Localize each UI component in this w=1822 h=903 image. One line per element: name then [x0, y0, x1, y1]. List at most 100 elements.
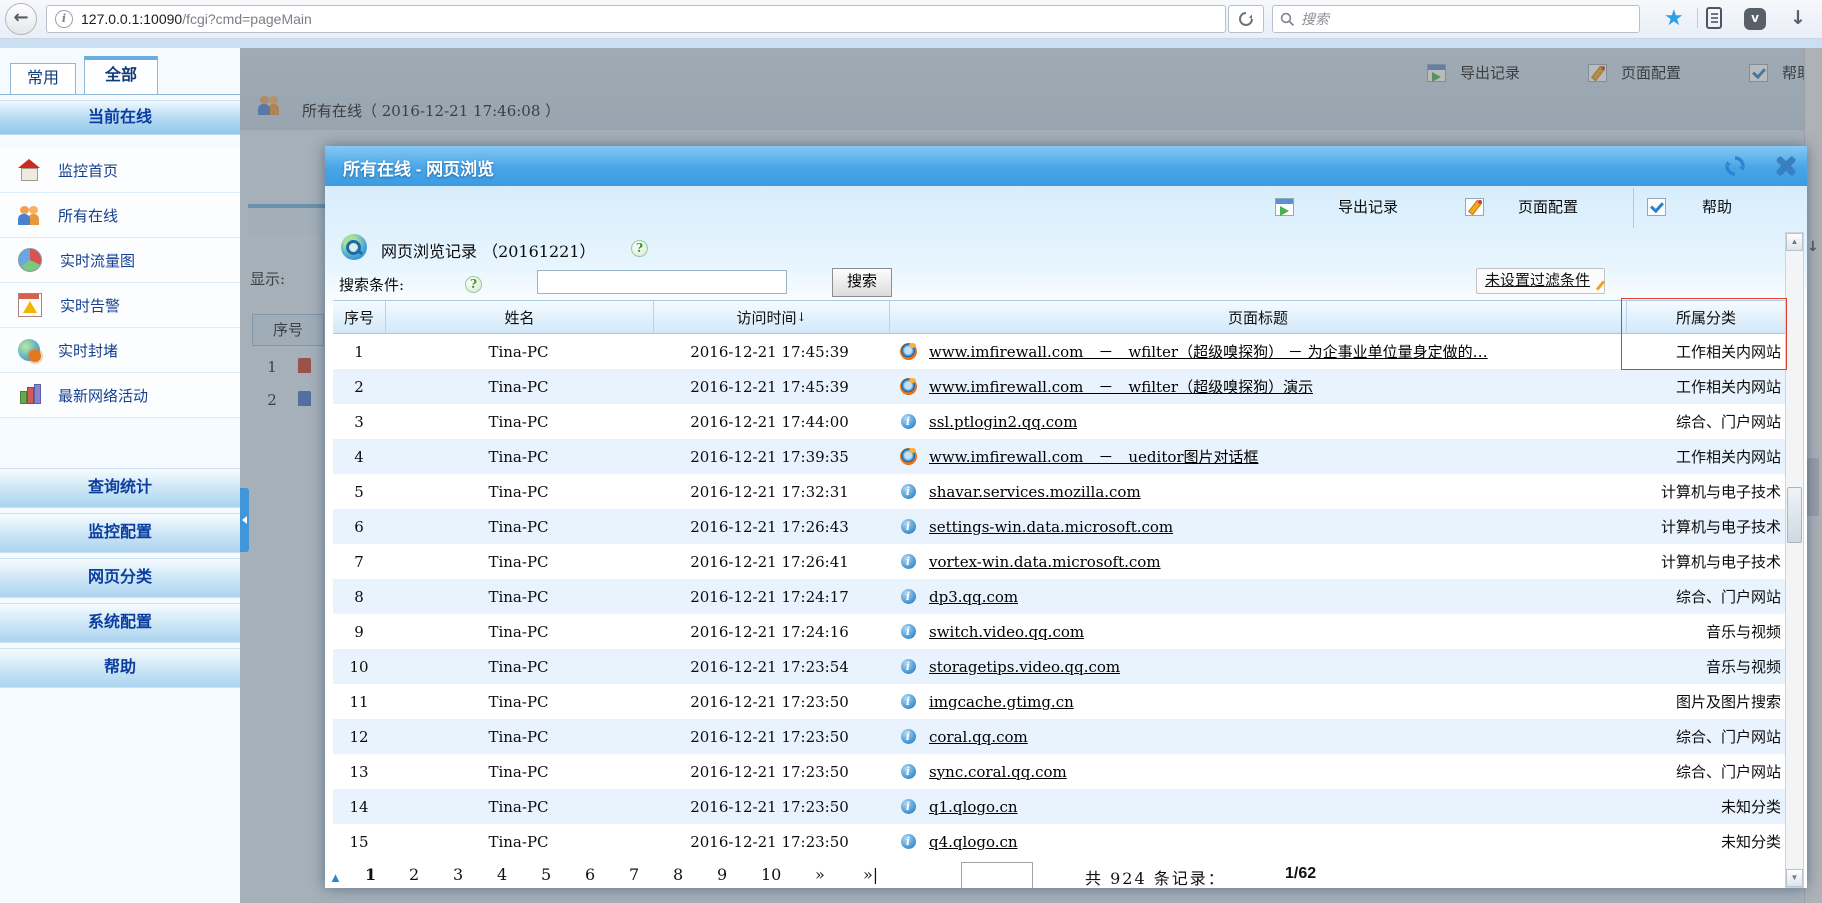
sidebar-item-bars[interactable]: 最新网络活动 — [0, 373, 240, 418]
page-title-link[interactable]: switch.video.qq.com — [929, 623, 1084, 641]
page-config-button[interactable]: 页面配置 — [1518, 196, 1578, 217]
cell-category: 工作相关内网站 — [1627, 376, 1785, 397]
page-title-link[interactable]: www.imfirewall.com － wfilter（超级嗅探狗）演示 — [929, 376, 1313, 397]
help-button[interactable]: 帮助 — [1702, 196, 1732, 217]
bookmarks-list-icon[interactable] — [1704, 7, 1724, 29]
page-number[interactable]: 1 — [365, 865, 376, 884]
table-row: 14Tina-PC2016-12-21 17:23:50q1.qlogo.cn未… — [333, 789, 1785, 824]
chevron-left-icon — [242, 516, 247, 524]
page-title-link[interactable]: coral.qq.com — [929, 728, 1028, 746]
cell-category: 计算机与电子技术 — [1627, 481, 1785, 502]
sidebar-section[interactable]: 监控配置 — [0, 513, 240, 553]
sidebar-section[interactable]: 网页分类 — [0, 558, 240, 598]
page-title-link[interactable]: q4.qlogo.cn — [929, 833, 1018, 851]
search-button[interactable]: 搜索 — [832, 268, 892, 297]
page-title-link[interactable]: sync.coral.qq.com — [929, 763, 1067, 781]
sidebar-section[interactable]: 帮助 — [0, 648, 240, 688]
refresh-icon[interactable] — [1723, 154, 1747, 178]
page-number[interactable]: 9 — [717, 865, 727, 884]
filter-status-link[interactable]: 未设置过滤条件 — [1485, 272, 1590, 289]
scrollbar-thumb[interactable] — [1787, 487, 1802, 543]
pocket-icon[interactable]: v — [1744, 8, 1766, 30]
sidebar-item-pie[interactable]: 实时流量图 — [0, 238, 240, 283]
page-title-link[interactable]: imgcache.gtimg.cn — [929, 693, 1074, 711]
page-number[interactable]: 7 — [629, 865, 639, 884]
cell-icon — [887, 554, 929, 569]
sidebar-section[interactable]: 系统配置 — [0, 603, 240, 643]
reload-button[interactable] — [1228, 5, 1264, 33]
scroll-top-caret-icon[interactable]: ▲ — [329, 870, 342, 885]
page-title-link[interactable]: storagetips.video.qq.com — [929, 658, 1120, 676]
sidebar-tab-common[interactable]: 常用 — [10, 63, 76, 94]
export-records-button[interactable]: 导出记录 — [1338, 196, 1398, 217]
col-header-no[interactable]: 序号 — [333, 301, 385, 333]
cell-icon — [887, 378, 929, 395]
url-bar[interactable]: i 127.0.0.1:10090/fcgi?cmd=pageMain — [46, 5, 1226, 33]
cell-title: q1.qlogo.cn — [929, 798, 1627, 816]
downloads-icon[interactable]: ↓ — [1790, 7, 1806, 29]
cell-title: www.imfirewall.com － ueditor图片对话框 — [929, 446, 1627, 467]
sidebar-item-home[interactable]: 监控首页 — [0, 148, 240, 193]
scroll-down-icon[interactable]: ▼ — [1786, 869, 1803, 887]
sidebar-item-gg[interactable]: 实时封堵 — [0, 328, 240, 373]
page-number[interactable]: 6 — [585, 865, 595, 884]
cell-time: 2016-12-21 17:45:39 — [652, 378, 887, 396]
browser-search-field[interactable]: 搜索 — [1272, 5, 1640, 33]
page-title-link[interactable]: ssl.ptlogin2.qq.com — [929, 413, 1077, 431]
cell-time: 2016-12-21 17:23:50 — [652, 728, 887, 746]
sidebar-item-cal[interactable]: 实时告警 — [0, 283, 240, 328]
scroll-up-icon[interactable]: ▲ — [1786, 233, 1803, 251]
cell-no: 6 — [333, 518, 385, 536]
cell-icon — [887, 448, 929, 465]
sidebar-section[interactable]: 查询统计 — [0, 468, 240, 508]
users-icon — [18, 204, 40, 226]
sidebar-sections: 查询统计监控配置网页分类系统配置帮助 — [0, 468, 240, 693]
help-question-icon[interactable] — [465, 276, 482, 293]
back-button[interactable]: ← — [5, 3, 37, 35]
col-header-name[interactable]: 姓名 — [385, 301, 653, 333]
page-title-link[interactable]: www.imfirewall.com － wfilter（超级嗅探狗） － 为企… — [929, 341, 1488, 362]
last-page-button[interactable]: »| — [863, 865, 878, 884]
cell-no: 2 — [333, 378, 385, 396]
bookmark-star-icon[interactable]: ★ — [1664, 6, 1684, 30]
next-pages-button[interactable]: » — [815, 865, 825, 884]
cell-icon — [887, 799, 929, 814]
page-number[interactable]: 2 — [409, 865, 419, 884]
info-icon — [901, 729, 916, 744]
cell-time: 2016-12-21 17:23:50 — [652, 693, 887, 711]
page-title-link[interactable]: settings-win.data.microsoft.com — [929, 518, 1173, 536]
sidebar-item-users[interactable]: 所有在线 — [0, 193, 240, 238]
cell-category: 计算机与电子技术 — [1627, 516, 1785, 537]
info-icon — [901, 589, 916, 604]
dialog-titlebar[interactable]: 所有在线 - 网页浏览 — [325, 146, 1807, 186]
page-title-link[interactable]: vortex-win.data.microsoft.com — [929, 553, 1161, 571]
page-title-link[interactable]: shavar.services.mozilla.com — [929, 483, 1141, 501]
page-jump-input[interactable] — [961, 862, 1033, 888]
page-title-link[interactable]: dp3.qq.com — [929, 588, 1018, 606]
page-title-link[interactable]: q1.qlogo.cn — [929, 798, 1018, 816]
dialog-scrollbar[interactable]: ▲ ▼ — [1785, 232, 1804, 888]
page-number[interactable]: 5 — [541, 865, 551, 884]
cell-icon — [887, 519, 929, 534]
cell-no: 8 — [333, 588, 385, 606]
cell-time: 2016-12-21 17:24:17 — [652, 588, 887, 606]
sidebar-collapse-handle[interactable] — [240, 488, 249, 552]
sidebar-tab-all[interactable]: 全部 — [84, 56, 158, 94]
col-header-title[interactable]: 页面标题 — [889, 301, 1626, 333]
close-icon[interactable] — [1773, 155, 1795, 177]
cell-no: 7 — [333, 553, 385, 571]
cell-name: Tina-PC — [385, 553, 652, 571]
page-number[interactable]: 10 — [761, 865, 781, 884]
table-row: 10Tina-PC2016-12-21 17:23:54storagetips.… — [333, 649, 1785, 684]
sidebar-group-current-online[interactable]: 当前在线 — [0, 100, 240, 135]
search-condition-input[interactable] — [537, 270, 787, 294]
col-header-time[interactable]: 访问时间↓ — [653, 301, 889, 333]
page-number[interactable]: 4 — [497, 865, 507, 884]
page-number[interactable]: 3 — [453, 865, 463, 884]
page-title-link[interactable]: www.imfirewall.com － ueditor图片对话框 — [929, 446, 1259, 467]
help-question-icon[interactable] — [631, 240, 648, 257]
site-info-icon[interactable]: i — [55, 10, 73, 28]
cell-category: 综合、门户网站 — [1627, 411, 1785, 432]
page-number[interactable]: 8 — [673, 865, 683, 884]
cell-category: 音乐与视频 — [1627, 656, 1785, 677]
